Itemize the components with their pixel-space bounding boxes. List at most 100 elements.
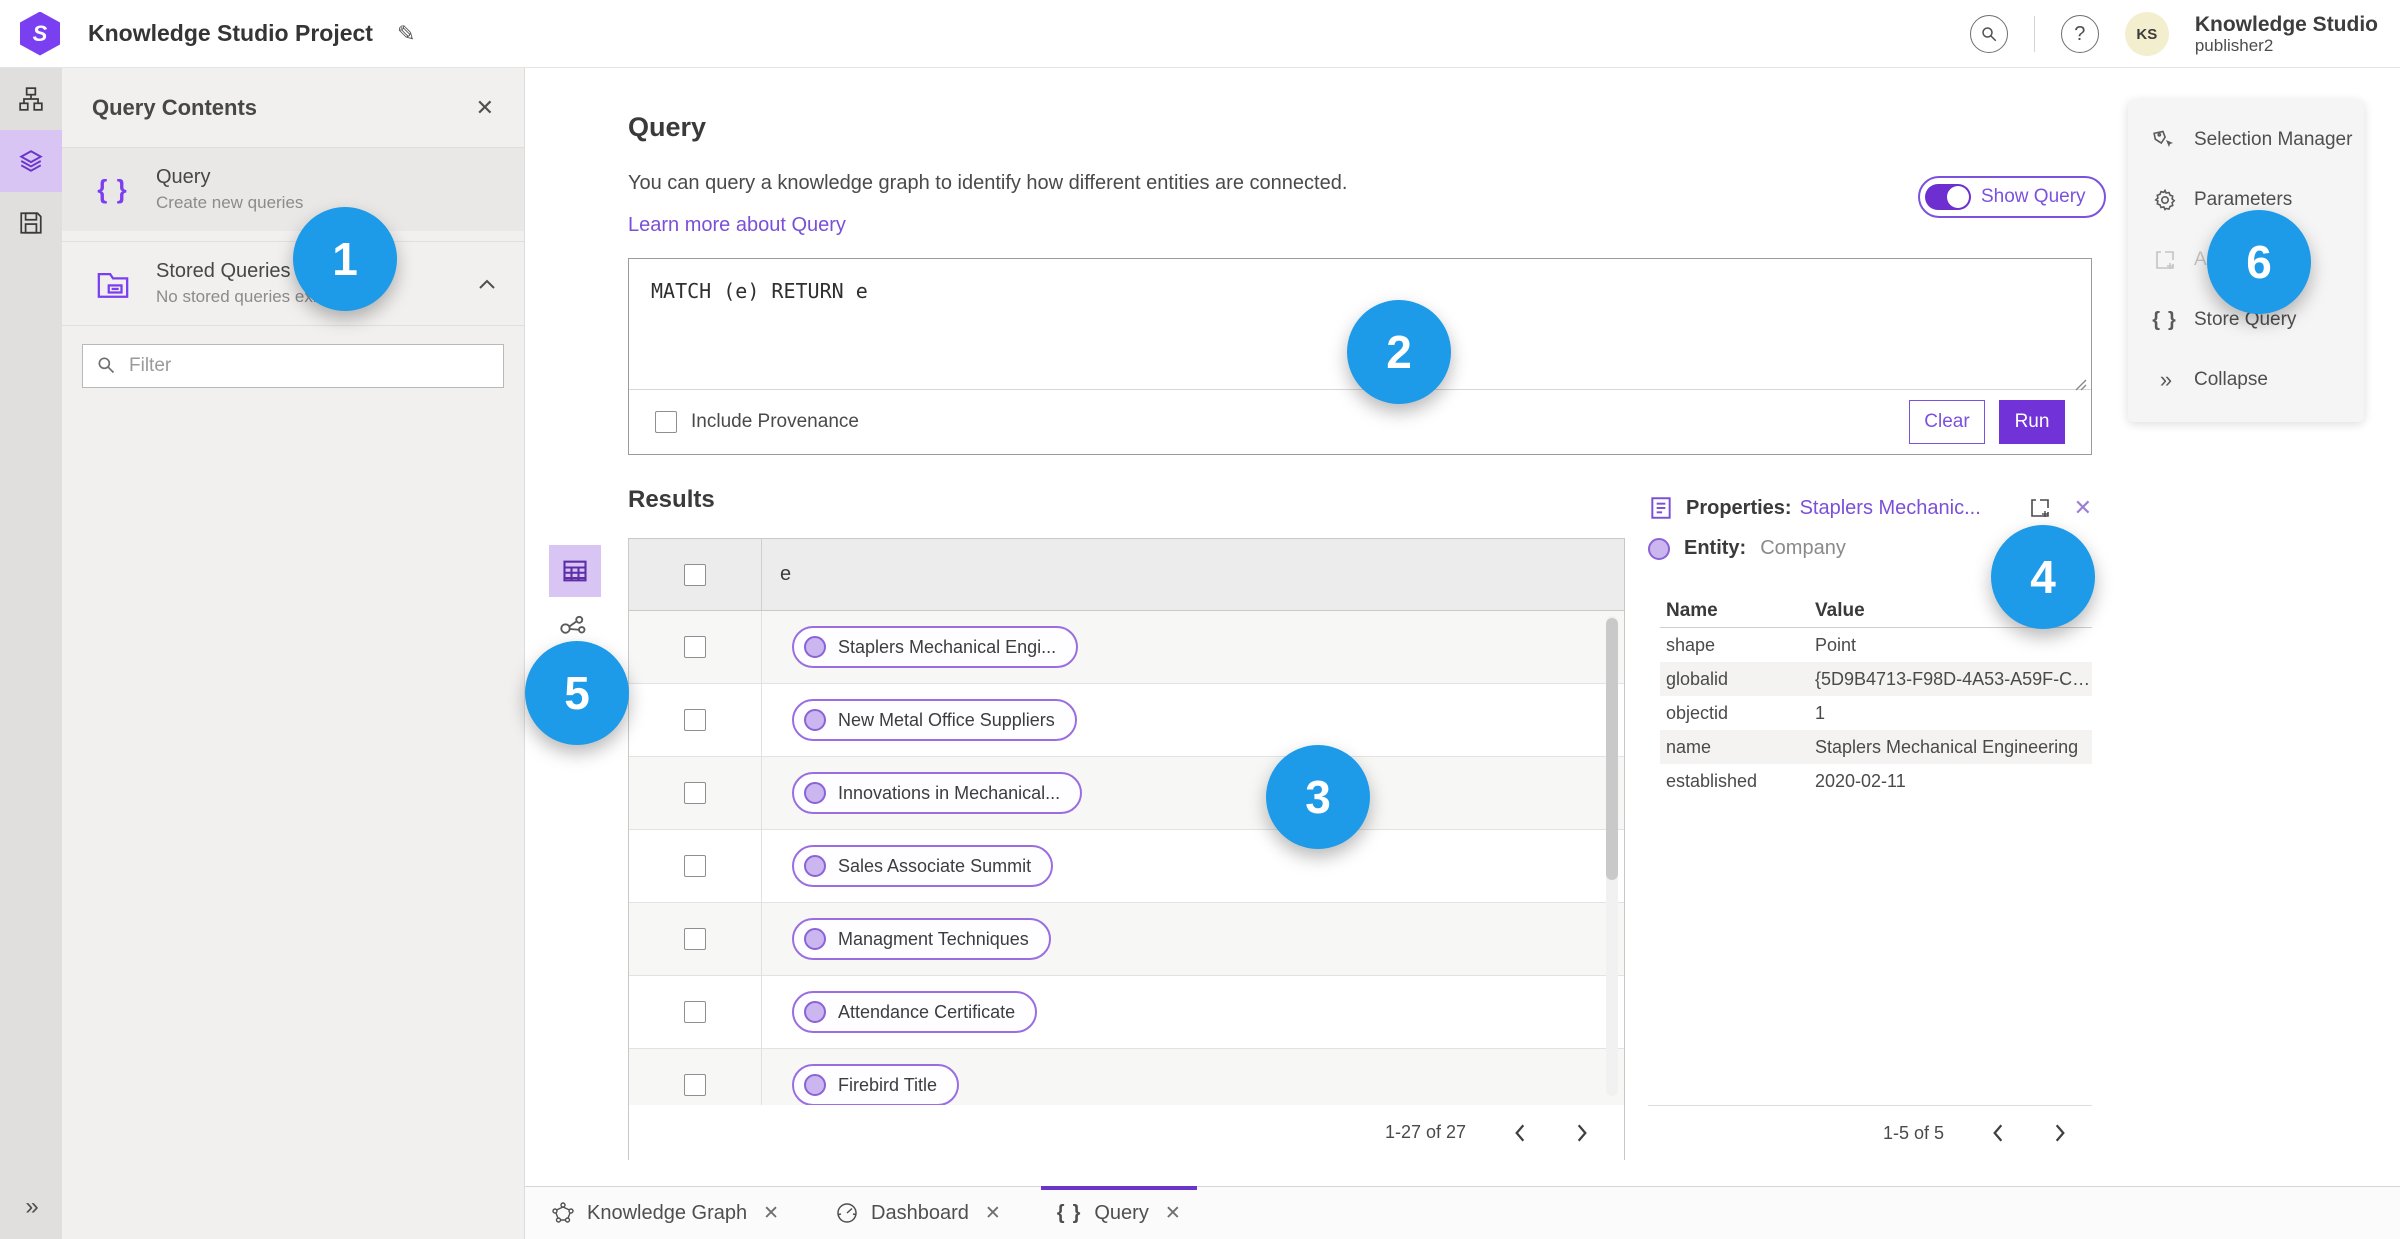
resize-handle[interactable] xyxy=(2073,377,2087,450)
app-logo-icon[interactable]: S xyxy=(20,11,60,56)
run-button[interactable]: Run xyxy=(1999,400,2065,444)
chevron-right-icon[interactable] xyxy=(1574,1123,1590,1143)
table-row: New Metal Office Suppliers xyxy=(629,684,1624,757)
entity-chip-label: Innovations in Mechanical... xyxy=(838,782,1061,803)
contents-item-query[interactable]: { } Query Create new queries xyxy=(62,148,524,231)
entity-chip-label: New Metal Office Suppliers xyxy=(838,709,1055,730)
dashboard-icon xyxy=(835,1201,859,1225)
row-checkbox[interactable] xyxy=(684,709,706,731)
user-info: Knowledge Studio publisher2 xyxy=(2195,13,2378,56)
entity-chip[interactable]: Innovations in Mechanical... xyxy=(792,772,1083,814)
search-button[interactable] xyxy=(1969,15,2008,53)
scrollbar-thumb[interactable] xyxy=(1606,618,1618,880)
save-icon xyxy=(20,212,42,234)
properties-entity-link[interactable]: Staplers Mechanic... xyxy=(1800,497,1981,520)
results-table: e Staplers Mechanical Engi... New Metal O… xyxy=(628,538,1625,1160)
entity-chip[interactable]: Managment Techniques xyxy=(792,918,1051,960)
property-value: {5D9B4713-F98D-4A53-A59F-C11... xyxy=(1815,668,2092,689)
include-provenance-checkbox[interactable] xyxy=(655,411,677,433)
row-checkbox[interactable] xyxy=(684,636,706,658)
add-to-new-icon xyxy=(2152,248,2178,272)
entity-type: Company xyxy=(1760,537,1846,559)
query-contents-panel: Query Contents ✕ { } Query Create new qu… xyxy=(62,68,525,1239)
row-checkbox[interactable] xyxy=(684,1001,706,1023)
show-query-toggle[interactable]: Show Query xyxy=(1918,176,2106,218)
chevron-left-icon[interactable] xyxy=(1512,1123,1528,1143)
results-heading: Results xyxy=(628,486,715,513)
tab-query[interactable]: { } Query ✕ xyxy=(1040,1185,1197,1239)
query-workspace: Query You can query a knowledge graph to… xyxy=(525,68,2400,1186)
close-tab-icon[interactable]: ✕ xyxy=(985,1202,1001,1225)
property-row: established 2020-02-11 xyxy=(1660,764,2092,798)
row-checkbox[interactable] xyxy=(684,782,706,804)
chevron-up-icon[interactable] xyxy=(478,278,496,290)
project-title: Knowledge Studio Project xyxy=(88,20,373,46)
entity-chip[interactable]: Staplers Mechanical Engi... xyxy=(792,626,1079,668)
annotation-callout-1: 1 xyxy=(293,207,397,311)
link-chart-view-button[interactable] xyxy=(558,613,588,639)
entity-chip[interactable]: New Metal Office Suppliers xyxy=(792,699,1077,741)
properties-close-icon[interactable]: ✕ xyxy=(2074,497,2092,519)
collapse-button[interactable]: » Collapse xyxy=(2128,350,2364,410)
property-value: 1 xyxy=(1815,702,1826,723)
filter-input[interactable] xyxy=(82,344,504,388)
rail-data-model-button[interactable] xyxy=(0,68,62,130)
entity-type-icon xyxy=(804,1074,826,1096)
annotation-callout-2: 2 xyxy=(1347,300,1451,404)
panel-close-icon[interactable]: ✕ xyxy=(476,96,494,119)
close-tab-icon[interactable]: ✕ xyxy=(1165,1202,1181,1225)
tab-dashboard[interactable]: Dashboard ✕ xyxy=(829,1187,1007,1239)
column-header-e: e xyxy=(761,539,1624,610)
annotation-callout-3: 3 xyxy=(1266,745,1370,849)
close-tab-icon[interactable]: ✕ xyxy=(763,1202,779,1225)
property-row: globalid {5D9B4713-F98D-4A53-A59F-C11... xyxy=(1660,662,2092,696)
entity-type-icon xyxy=(804,1001,826,1023)
page-description: You can query a knowledge graph to ident… xyxy=(628,172,1348,194)
rail-contents-button[interactable] xyxy=(0,130,62,192)
properties-range-label: 1-5 of 5 xyxy=(1882,1122,1944,1143)
table-row: Staplers Mechanical Engi... xyxy=(629,611,1624,684)
entity-chip-label: Managment Techniques xyxy=(838,928,1029,949)
help-button[interactable]: ? xyxy=(2060,15,2099,53)
property-value: Staplers Mechanical Engineering xyxy=(1815,736,2079,757)
braces-icon: { } xyxy=(2152,308,2178,331)
annotation-callout-4: 4 xyxy=(1991,525,2095,629)
row-checkbox[interactable] xyxy=(684,928,706,950)
item-subtitle: Create new queries xyxy=(156,193,304,212)
table-view-button[interactable] xyxy=(549,545,601,597)
entity-type-icon xyxy=(804,636,826,658)
chevron-right-icon[interactable] xyxy=(2052,1123,2068,1143)
item-title: Query xyxy=(156,166,211,188)
annotation-callout-5: 5 xyxy=(525,641,629,745)
entity-chip-label: Staplers Mechanical Engi... xyxy=(838,636,1057,657)
rail-save-button[interactable] xyxy=(0,192,62,254)
row-checkbox[interactable] xyxy=(684,1074,706,1096)
avatar[interactable]: KS xyxy=(2124,12,2169,56)
select-all-checkbox[interactable] xyxy=(684,563,706,586)
annotation-callout-6: 6 xyxy=(2207,210,2311,314)
add-to-new-icon[interactable] xyxy=(2028,496,2052,520)
learn-more-link[interactable]: Learn more about Query xyxy=(628,214,846,237)
property-name: globalid xyxy=(1666,668,1729,689)
user-name: Knowledge Studio xyxy=(2194,12,2378,36)
menu-item-label: Selection Manager xyxy=(2194,129,2353,150)
link-chart-icon xyxy=(560,615,586,634)
results-range-label: 1-27 of 27 xyxy=(1384,1122,1466,1142)
clear-button[interactable]: Clear xyxy=(1909,400,1985,444)
chevron-left-icon[interactable] xyxy=(1990,1123,2006,1143)
knowledge-graph-icon xyxy=(551,1201,575,1225)
property-row: objectid 1 xyxy=(1660,696,2092,730)
toggle-switch[interactable] xyxy=(1925,184,1971,210)
user-role: publisher2 xyxy=(2194,36,2274,56)
entity-chip[interactable]: Sales Associate Summit xyxy=(792,845,1054,887)
entity-chip-label: Sales Associate Summit xyxy=(838,855,1032,876)
row-checkbox[interactable] xyxy=(684,855,706,877)
expand-rail-button[interactable]: » xyxy=(0,1193,62,1221)
entity-chip[interactable]: Firebird Title xyxy=(792,1064,960,1105)
property-value: 2020-02-11 xyxy=(1815,770,1906,791)
tab-knowledge-graph[interactable]: Knowledge Graph ✕ xyxy=(545,1187,785,1239)
entity-type-icon xyxy=(804,928,826,950)
entity-chip[interactable]: Attendance Certificate xyxy=(792,991,1038,1033)
selection-manager-button[interactable]: Selection Manager xyxy=(2128,110,2364,170)
edit-title-icon[interactable]: ✎ xyxy=(397,21,415,47)
